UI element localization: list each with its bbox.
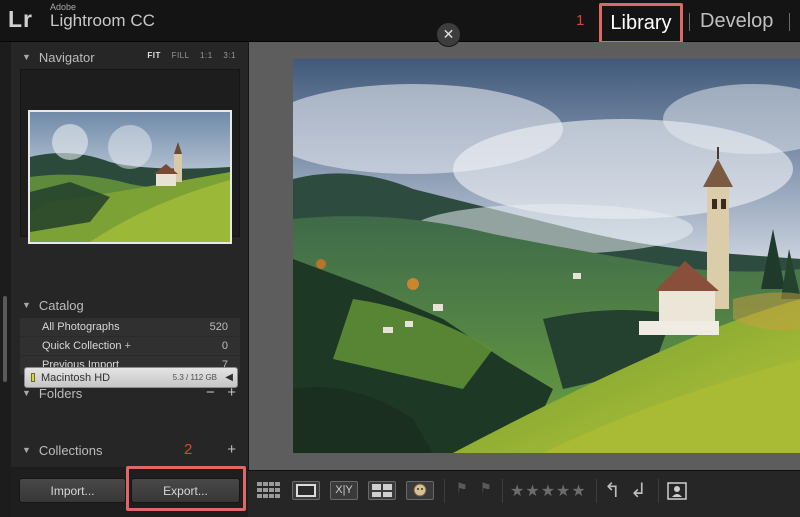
module-library[interactable]: Library	[599, 3, 683, 44]
annotation-step-2: 2	[184, 441, 193, 458]
crop-button[interactable]	[666, 481, 688, 500]
module-separator	[789, 13, 790, 31]
catalog-item-all-photographs[interactable]: All Photographs 520	[20, 318, 240, 337]
compare-view-button[interactable]: X|Y	[330, 481, 358, 500]
import-button[interactable]: Import...	[19, 478, 126, 503]
close-icon: ✕	[442, 26, 455, 43]
annotation-step-1: 1	[576, 12, 585, 29]
volume-name: Macintosh HD	[41, 371, 111, 384]
volume-macintosh-hd[interactable]: Macintosh HD 5.3 / 112 GB ◀	[24, 367, 238, 388]
catalog-item-count: 0	[221, 340, 228, 352]
catalog-title: Catalog	[38, 297, 84, 313]
main-photo-image	[293, 59, 800, 453]
volume-status-indicator	[31, 373, 35, 382]
brand-name: Lightroom CC	[50, 11, 155, 30]
bottom-toolbar: X|Y ⚑ ⚑ ★★★★★ ↰ ↲	[248, 470, 800, 517]
grid-view-icon	[257, 482, 280, 498]
toolbar-divider	[502, 479, 503, 503]
toolbar-divider	[596, 479, 597, 503]
volume-size: 5.3 / 112 GB	[172, 373, 217, 382]
toolbar-divider	[658, 479, 659, 503]
flag-pick-icon[interactable]: ⚑	[456, 481, 468, 496]
export-highlight-box	[126, 466, 246, 511]
close-button[interactable]: ✕	[436, 22, 461, 47]
quick-collection-plus: +	[124, 340, 131, 352]
navigator-title: Navigator	[38, 49, 95, 65]
star-rating[interactable]: ★★★★★	[510, 481, 587, 500]
catalog-item-label: All Photographs	[42, 321, 120, 333]
flag-reject-icon[interactable]: ⚑	[480, 481, 492, 496]
rotate-right-icon[interactable]: ↲	[630, 478, 647, 502]
navigator-thumbnail[interactable]	[28, 110, 232, 244]
survey-view-icon	[372, 484, 392, 497]
left-panel-scrollbar[interactable]	[3, 296, 7, 382]
navigator-thumbnail-image	[30, 112, 230, 242]
left-panel-edge	[0, 42, 11, 517]
catalog-header[interactable]: ▼ Catalog	[18, 294, 244, 316]
loupe-view-icon	[296, 484, 316, 497]
add-collection-button[interactable]: +	[227, 441, 236, 458]
navigator-header[interactable]: ▼ Navigator FIT FILL 1:1 3:1	[18, 46, 244, 68]
zoom-fit[interactable]: FIT	[147, 51, 161, 60]
collections-header[interactable]: ▼ Collections +	[18, 439, 244, 461]
zoom-3-1[interactable]: 3:1	[223, 51, 236, 60]
catalog-item-count: 520	[209, 321, 228, 333]
collections-title: Collections	[38, 442, 103, 458]
main-loupe-view	[248, 42, 800, 470]
loupe-view-button[interactable]	[292, 481, 320, 500]
compare-view-icon: X|Y	[335, 484, 353, 496]
triangle-down-icon: ▼	[22, 388, 31, 398]
triangle-left-icon: ◀	[225, 372, 233, 383]
survey-view-button[interactable]	[368, 481, 396, 500]
navigator-zoom-modes: FIT FILL 1:1 3:1	[139, 51, 236, 60]
triangle-down-icon: ▼	[22, 300, 31, 310]
grid-view-button[interactable]	[256, 481, 282, 500]
triangle-down-icon: ▼	[22, 445, 31, 455]
rotate-left-icon[interactable]: ↰	[604, 478, 621, 502]
module-develop[interactable]: Develop	[700, 10, 773, 33]
people-view-button[interactable]	[406, 481, 434, 500]
triangle-down-icon: ▼	[22, 52, 31, 62]
main-photo[interactable]	[293, 59, 800, 453]
crop-icon	[667, 482, 687, 500]
top-bar: Lr Adobe Lightroom CC 1 Library Develop	[0, 0, 800, 44]
zoom-fill[interactable]: FILL	[172, 51, 190, 60]
toolbar-divider	[444, 479, 445, 503]
lightroom-logo: Lr	[8, 6, 33, 32]
catalog-item-quick-collection[interactable]: Quick Collection + 0	[20, 337, 240, 356]
people-view-icon	[413, 483, 427, 497]
module-separator	[689, 13, 690, 31]
catalog-item-label: Quick Collection	[42, 340, 122, 352]
zoom-1-1[interactable]: 1:1	[200, 51, 213, 60]
